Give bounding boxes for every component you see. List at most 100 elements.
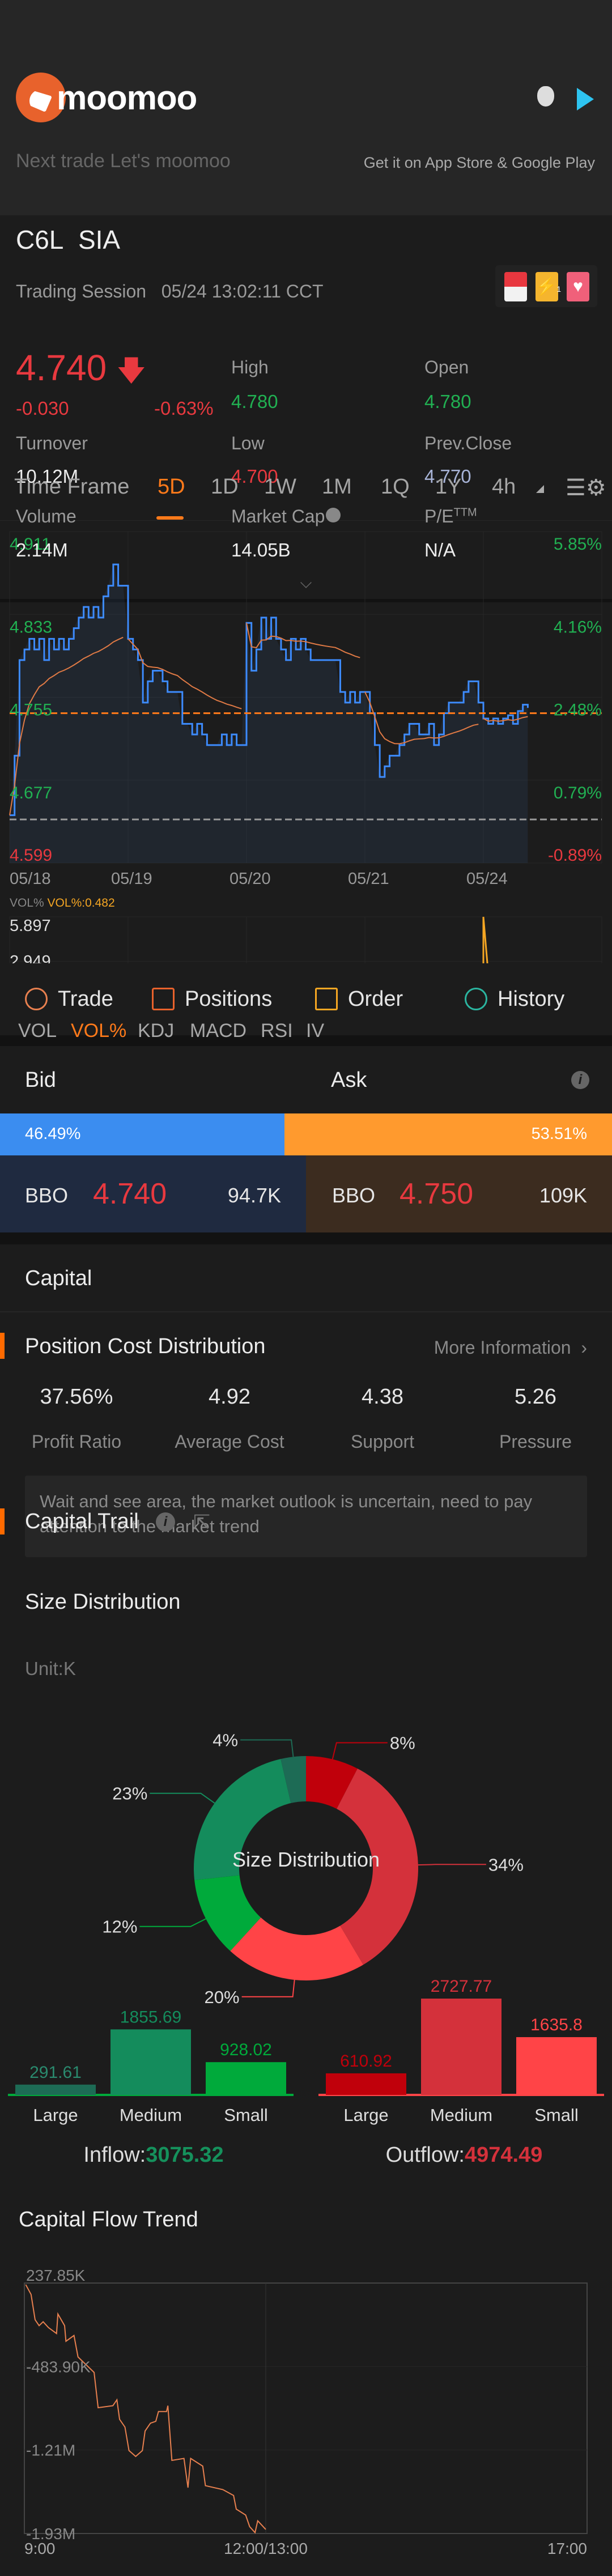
google-play-icon[interactable] <box>577 88 594 110</box>
bar-category-label: Large <box>343 2105 388 2125</box>
bar-value-label: 291.61 <box>29 2063 82 2082</box>
more-icon[interactable] <box>326 508 341 522</box>
capital-title: Capital <box>25 1266 92 1290</box>
pct-tick-label: 2.48% <box>554 701 602 720</box>
plot-frame <box>24 2282 588 2534</box>
bar-category-label: Small <box>224 2105 268 2125</box>
y-tick-label: 4.755 <box>10 701 52 720</box>
action-positions-button[interactable]: Positions <box>152 985 272 1013</box>
session-label: Trading Session <box>16 281 147 301</box>
tab-1w[interactable]: 1W <box>264 475 296 499</box>
action-trade-button[interactable]: Trade <box>25 985 113 1013</box>
badge-group: ⚡1 ♥ <box>495 265 597 307</box>
chart-settings-icon[interactable]: ☰⚙ <box>566 475 606 501</box>
tab-1q[interactable]: 1Q <box>381 475 410 499</box>
flow-total: Inflow:3075.32 <box>83 2143 223 2167</box>
pcd-metric-label: Average Cost <box>175 1431 284 1452</box>
brand-name: moomoo <box>57 79 197 117</box>
bar-category-label: Medium <box>120 2105 182 2125</box>
bid-ratio: 46.49% <box>25 1125 81 1143</box>
slice-label: 34% <box>488 1855 524 1874</box>
tab-1d[interactable]: 1D <box>211 475 239 499</box>
action-label: Positions <box>185 987 273 1011</box>
ask-bbo-row[interactable]: BBO 4.750 109K <box>306 1155 612 1232</box>
stock-title: C6L SIA <box>16 224 120 255</box>
info-icon[interactable]: i <box>156 1512 175 1532</box>
stat-label: Prev.Close <box>424 433 512 453</box>
tab-5d[interactable]: 5D <box>158 475 185 499</box>
store-link[interactable]: Get it on App Store & Google Play <box>364 154 595 172</box>
more-information-link[interactable]: More Information › <box>434 1337 587 1358</box>
last-price: 4.740 🡇 <box>16 347 146 398</box>
pcd-metric-value: 4.92 <box>209 1385 250 1409</box>
down-arrow-icon: 🡇 <box>116 355 146 386</box>
stock-name: SIA <box>78 225 121 254</box>
flow-y-tick: -483.90K <box>26 2358 91 2375</box>
slice-label: 8% <box>390 1733 415 1753</box>
action-label: History <box>498 987 565 1011</box>
ask-bbo-tag: BBO <box>332 1184 376 1207</box>
heart-icon[interactable]: ♥ <box>567 272 589 301</box>
order-icon <box>315 988 338 1010</box>
indicator-tab-iv[interactable]: IV <box>306 1020 324 1042</box>
flow-y-tick: -1.21M <box>26 2442 75 2459</box>
action-label: Order <box>348 987 403 1011</box>
x-tick-label: 05/24 <box>466 870 508 888</box>
inflow-outflow-bars: 291.61 Large 1855.69 Medium 928.02 SmallInflo… <box>8 1977 604 2167</box>
bar <box>15 2084 96 2095</box>
action-history-button[interactable]: History <box>465 985 564 1013</box>
bar-value-label: 610.92 <box>340 2052 392 2071</box>
stat-label: P/ETTM <box>424 506 477 526</box>
bar <box>326 2073 406 2095</box>
leader-line <box>150 1792 215 1804</box>
y-tick-label: 4.677 <box>10 784 52 802</box>
indicator-tab-macd[interactable]: MACD <box>190 1020 246 1042</box>
tab-1m[interactable]: 1M <box>322 475 352 499</box>
bid-size: 94.7K <box>227 1184 281 1207</box>
last-price-value: 4.740 <box>16 347 107 388</box>
info-icon[interactable]: i <box>571 1071 589 1089</box>
section-marker <box>0 1508 5 1534</box>
capital-flow-trend-chart[interactable]: 237.85K-483.90K-1.21M-1.93M9:00 12:00/13:… <box>0 2261 612 2567</box>
apple-icon[interactable] <box>537 86 554 107</box>
share-icon[interactable]: ⇱ <box>193 1511 210 1534</box>
indicator-tab-kdj[interactable]: KDJ <box>138 1020 174 1042</box>
x-tick-label: 05/18 <box>10 870 51 888</box>
pcd-metric-value: 5.26 <box>515 1385 556 1409</box>
bar-value-label: 928.02 <box>220 2041 272 2059</box>
price-change-pct: -0.63% <box>154 398 214 419</box>
lightning-count: 1 <box>556 284 562 294</box>
pcd-metric-label: Support <box>350 1431 415 1452</box>
indicator-tab-vol[interactable]: VOL <box>18 1020 57 1042</box>
vol-y-tick: 5.897 <box>10 917 51 935</box>
singapore-flag-icon[interactable] <box>504 272 527 301</box>
stat-value: N/A <box>424 539 456 560</box>
bar <box>516 2037 597 2095</box>
indicator-tab-rsi[interactable]: RSI <box>261 1020 293 1042</box>
slice-label: 12% <box>102 1917 137 1937</box>
vol-legend-value: VOL%:0.482 <box>47 896 115 909</box>
lightning-icon[interactable]: ⚡1 <box>536 272 562 301</box>
flow-x-tick: 17:00 <box>547 2540 587 2557</box>
action-order-button[interactable]: Order <box>315 985 403 1013</box>
stat-label: Turnover <box>16 433 88 453</box>
session-info: Trading Session 05/24 13:02:11 CCT <box>16 281 324 302</box>
indicator-tab-vol-pct[interactable]: VOL% <box>71 1020 126 1042</box>
flow-total-value: 4974.49 <box>465 2143 542 2167</box>
dropdown-triangle-icon[interactable] <box>536 485 544 493</box>
bar-value-label: 1855.69 <box>120 2008 181 2026</box>
tagline: Next trade Let's moomoo <box>16 150 231 172</box>
bar-value-label: 2727.77 <box>431 1977 492 1996</box>
stat-label: Open <box>424 357 469 377</box>
bar-category-label: Medium <box>430 2105 492 2125</box>
stat-value: 4.780 <box>424 391 471 412</box>
stat-value: 2.14M <box>16 539 68 560</box>
flow-total: Outflow:4974.49 <box>386 2143 543 2167</box>
flow-x-tick: 9:00 <box>24 2540 56 2557</box>
history-icon <box>465 988 487 1010</box>
bid-bbo-row[interactable]: BBO 4.740 94.7K <box>0 1155 306 1232</box>
price-chart[interactable]: 4.9114.8334.7554.6774.5995.85%4.16%2.48%… <box>0 527 612 890</box>
tab-1y[interactable]: 1Y <box>435 475 461 499</box>
tab-4h[interactable]: 4h <box>492 475 516 499</box>
slice-label: 23% <box>112 1784 147 1804</box>
